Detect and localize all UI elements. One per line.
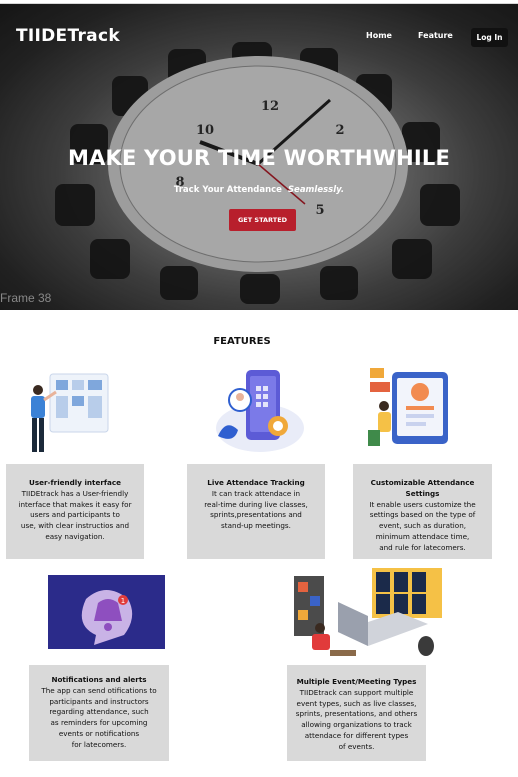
feature-title: Live Attendace Tracking <box>207 478 305 487</box>
hero-subtitle-emphasis: Seamlessly. <box>287 185 345 195</box>
feature-card-customizable-settings: Customizable Attendance Settings It enab… <box>353 464 492 559</box>
phone-tracking-illustration <box>216 370 304 452</box>
features-heading: FEATURES <box>213 336 271 347</box>
feature-description: TIIDEtrack has a User-friendly interface… <box>18 488 132 541</box>
feature-card-user-friendly: User-friendly interface TIIDEtrack has a… <box>6 464 144 559</box>
hero-section: 12 2 10 5 8 TIIDETrack Home Feature Log … <box>0 4 518 310</box>
feature-description: It enable users customize the settings b… <box>369 499 476 552</box>
feature-card-multiple-events: Multiple Event/Meeting Types TIIDEtrack … <box>287 665 426 761</box>
meeting-illustration <box>294 568 442 656</box>
nav-feature-link[interactable]: Feature <box>418 31 453 40</box>
feature-title: User-friendly interface <box>29 478 121 487</box>
get-started-button[interactable]: GET STARTED <box>229 209 296 231</box>
feature-card-notifications: Notifications and alerts The app can sen… <box>29 665 169 761</box>
frame-label: Frame 38 <box>0 291 52 305</box>
feature-title: Notifications and alerts <box>51 675 147 684</box>
feature-description: The app can send otifications to partici… <box>41 685 157 749</box>
feature-description: It can track attendace in real-time duri… <box>204 488 308 531</box>
feature-title: Multiple Event/Meeting Types <box>296 677 417 686</box>
hero-subtitle-text: Track Your Attendance <box>173 185 282 195</box>
user-interface-illustration <box>31 373 109 452</box>
login-button[interactable]: Log In <box>471 28 508 47</box>
brand-logo[interactable]: TIIDETrack <box>16 26 120 46</box>
notification-bell-icon: 1 <box>48 575 165 649</box>
feature-card-live-tracking: Live Attendace Tracking It can track att… <box>187 464 325 559</box>
svg-text:1: 1 <box>121 597 125 605</box>
feature-title: Customizable Attendance Settings <box>370 478 475 498</box>
nav-home-link[interactable]: Home <box>366 31 392 40</box>
settings-illustration <box>368 368 448 446</box>
feature-description: TIIDEtrack can support multiple event ty… <box>295 687 418 751</box>
hero-subtitle: Track Your Attendance Seamlessly. <box>0 185 518 195</box>
hero-title: MAKE YOUR TIME WORTHWHILE <box>67 146 451 170</box>
